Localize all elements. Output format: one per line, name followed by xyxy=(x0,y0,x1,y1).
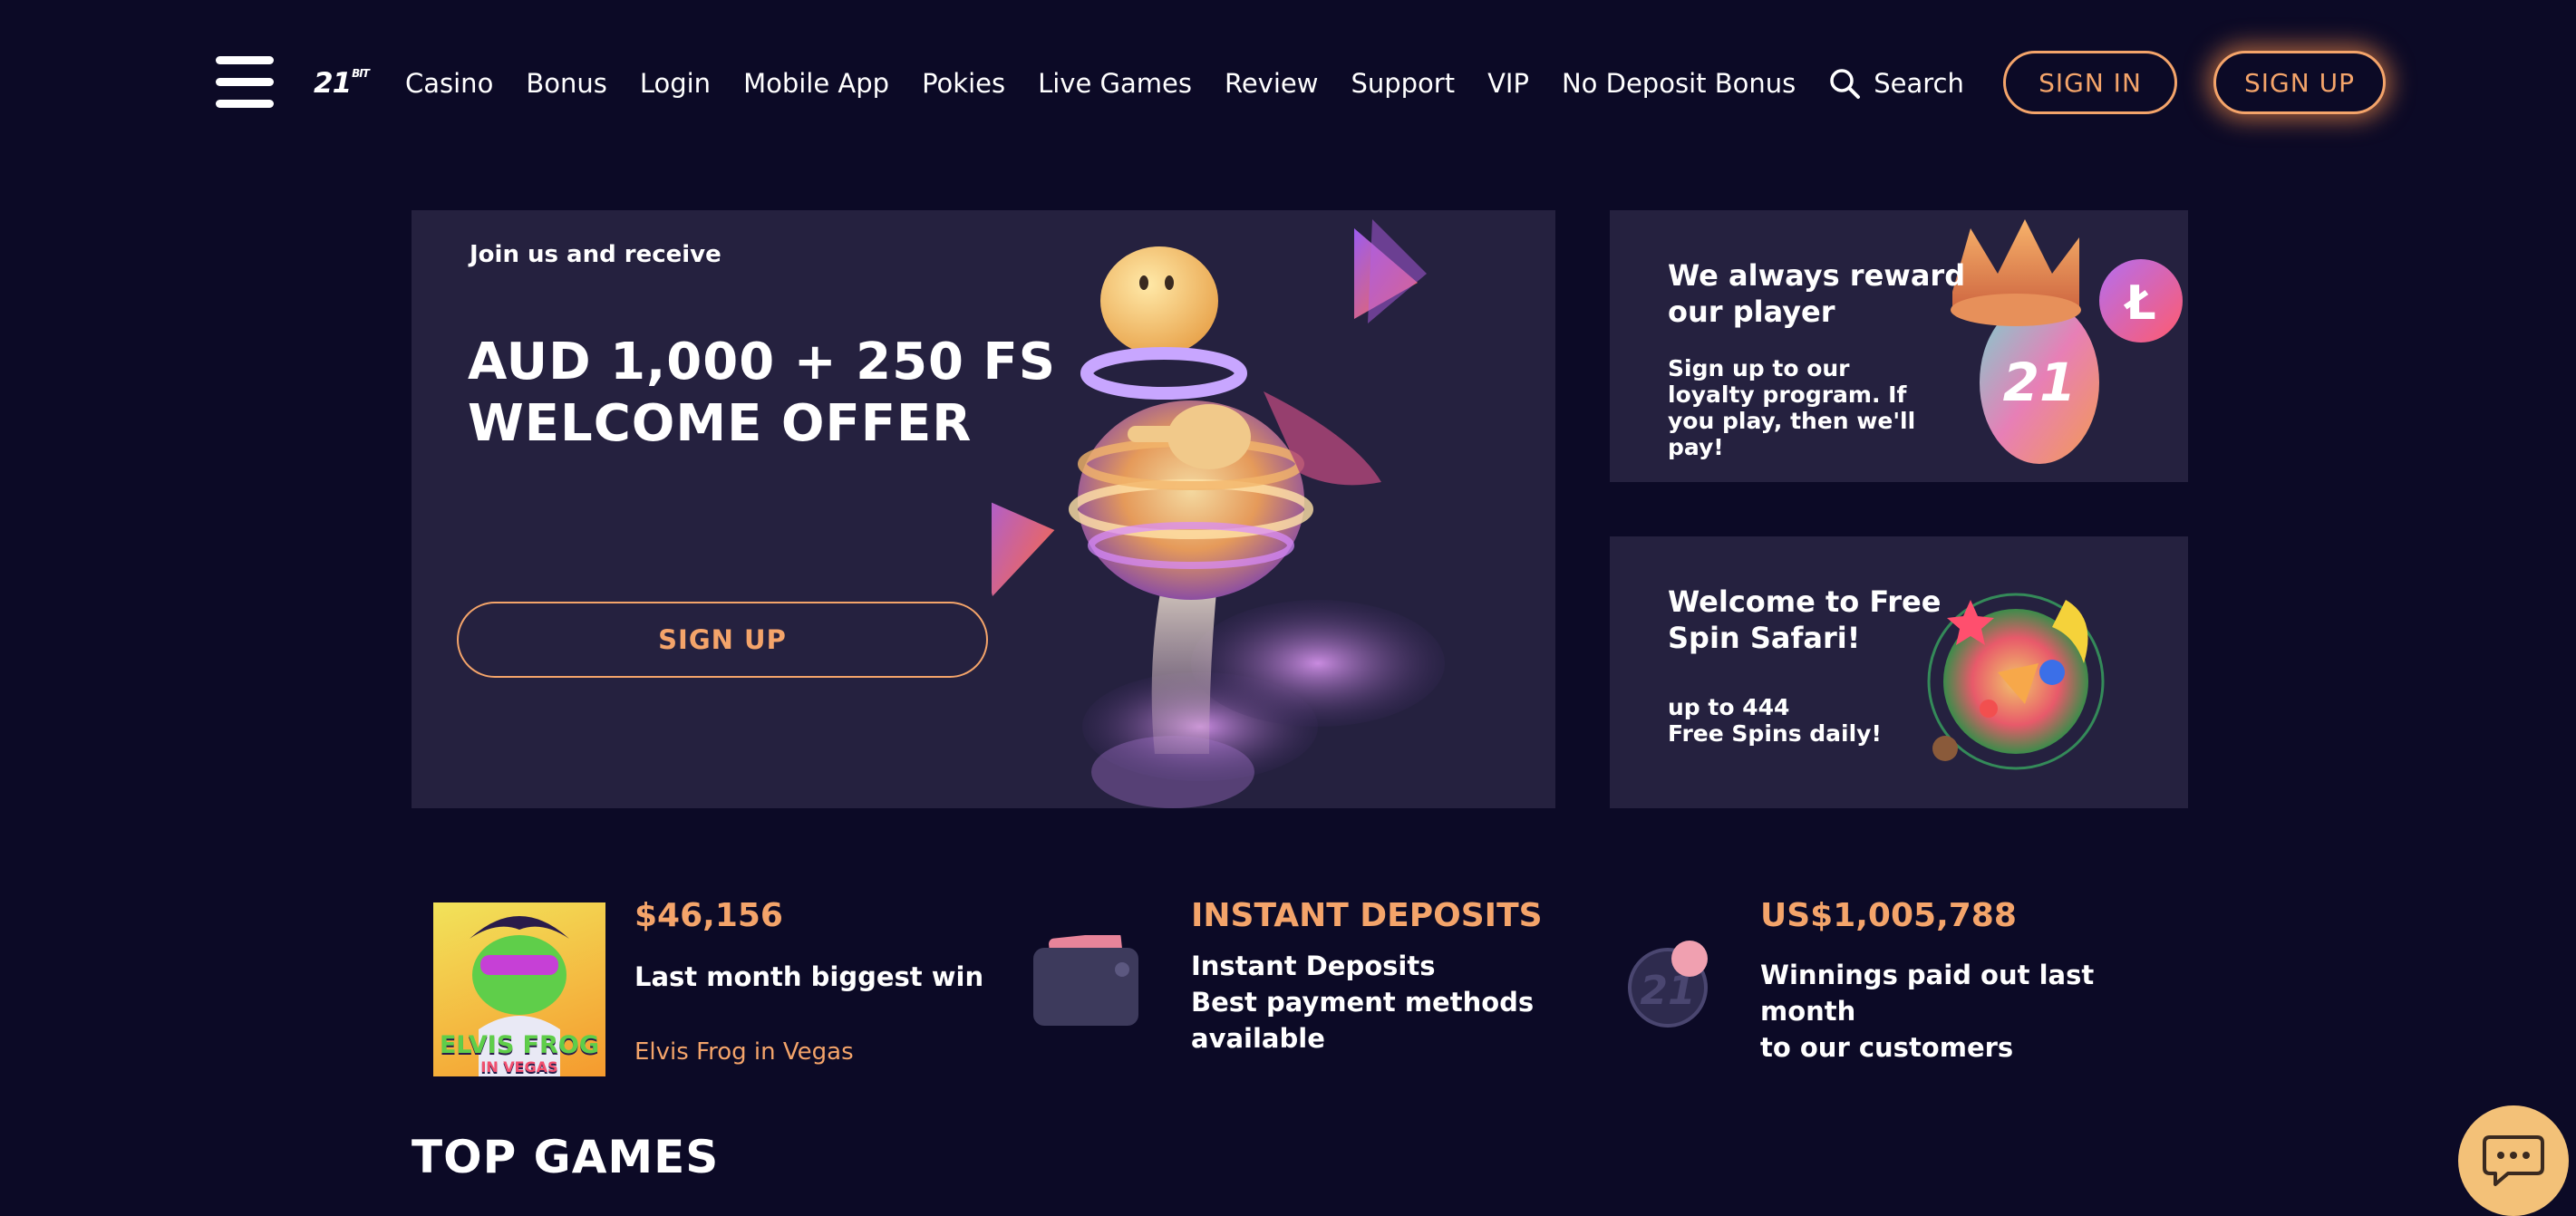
search-icon xyxy=(1830,69,1861,99)
safari-text-line1: up to 444 xyxy=(1668,694,1790,720)
main-nav: Casino Bonus Login Mobile App Pokies Liv… xyxy=(405,65,1964,101)
biggest-win-value: $46,156 xyxy=(634,897,783,934)
nav-login[interactable]: Login xyxy=(640,68,711,99)
nav-pokies[interactable]: Pokies xyxy=(922,68,1005,99)
site-logo[interactable]: 21BIT xyxy=(314,67,370,100)
loyalty-card[interactable]: 21 Ł We always reward our player Sign up… xyxy=(1610,210,2188,482)
loyalty-title: We always reward our player xyxy=(1668,258,1966,329)
sign-in-button[interactable]: SIGN IN xyxy=(2003,51,2177,114)
deposits-value: INSTANT DEPOSITS xyxy=(1191,897,1543,934)
biggest-win-label: Last month biggest win xyxy=(634,961,984,992)
thumbnail-title: ELVIS FROG IN VEGAS xyxy=(433,1031,605,1076)
sign-up-button[interactable]: SIGN UP xyxy=(2213,51,2386,114)
safari-text: up to 444 Free Spins daily! xyxy=(1668,694,1940,747)
nav-live-games[interactable]: Live Games xyxy=(1038,68,1192,99)
safari-title: Welcome to Free Spin Safari! xyxy=(1668,584,1942,655)
top-games-heading: TOP GAMES xyxy=(412,1131,720,1183)
deposits-line3: available xyxy=(1191,1023,1325,1054)
coin-icon: 21 xyxy=(1628,941,1708,1028)
search-button[interactable]: Search xyxy=(1828,67,1964,100)
deposits-description: Instant Deposits Best payment methods av… xyxy=(1191,948,1534,1057)
site-header: 21BIT Casino Bonus Login Mobile App Poki… xyxy=(0,0,2576,167)
winnings-description: Winnings paid out last month to our cust… xyxy=(1760,957,2188,1066)
nav-support[interactable]: Support xyxy=(1351,68,1455,99)
deposits-line2: Best payment methods xyxy=(1191,987,1535,1018)
nav-review[interactable]: Review xyxy=(1225,68,1318,99)
loyalty-coin-illustration: 21 Ł xyxy=(1951,219,2183,464)
stats-row: ELVIS FROG IN VEGAS $46,156 Last month b… xyxy=(412,897,2188,1087)
thumbnail-title-line1: ELVIS FROG xyxy=(439,1031,600,1059)
nav-vip[interactable]: VIP xyxy=(1487,68,1529,99)
hamburger-icon[interactable] xyxy=(216,56,274,109)
hero-sign-up-button[interactable]: SIGN UP xyxy=(457,602,988,678)
deposits-line1: Instant Deposits xyxy=(1191,951,1436,981)
hero-title-line1: AUD 1,000 + 250 FS xyxy=(468,333,1057,391)
winnings-line1: Winnings paid out last month xyxy=(1760,960,2095,1027)
coin-label: 21 xyxy=(2003,352,2077,413)
wallet-icon xyxy=(1033,935,1138,1026)
elvis-frog-thumbnail[interactable]: ELVIS FROG IN VEGAS xyxy=(433,902,605,1076)
nav-no-deposit-bonus[interactable]: No Deposit Bonus xyxy=(1562,68,1796,99)
biggest-win-game-link[interactable]: Elvis Frog in Vegas xyxy=(634,1038,854,1066)
svg-text:Ł: Ł xyxy=(2123,276,2155,331)
chat-button[interactable] xyxy=(2458,1105,2569,1216)
welcome-offer-banner: Join us and receive AUD 1,000 + 250 FS W… xyxy=(412,210,1555,808)
nav-mobile-app[interactable]: Mobile App xyxy=(743,68,889,99)
nav-bonus[interactable]: Bonus xyxy=(526,68,607,99)
winnings-line2: to our customers xyxy=(1760,1032,2014,1063)
loyalty-text: Sign up to our loyalty program. If you p… xyxy=(1668,355,1916,460)
winnings-value: US$1,005,788 xyxy=(1760,897,2017,934)
safari-text-line2: Free Spins daily! xyxy=(1668,720,1882,747)
hero-mascot-illustration xyxy=(992,219,1445,808)
hero-title-line2: WELCOME OFFER xyxy=(468,394,973,453)
hero-kicker: Join us and receive xyxy=(470,241,721,268)
logo-text: 21 xyxy=(314,67,352,100)
search-label: Search xyxy=(1874,68,1964,99)
free-spin-safari-card[interactable]: Welcome to Free Spin Safari! up to 444 F… xyxy=(1610,536,2188,808)
thumbnail-title-line2: IN VEGAS xyxy=(480,1058,558,1076)
logo-sub: BIT xyxy=(352,67,370,80)
nav-casino[interactable]: Casino xyxy=(405,68,493,99)
safari-wheel-illustration xyxy=(1927,593,2105,770)
hero-title: AUD 1,000 + 250 FS WELCOME OFFER xyxy=(468,332,1056,455)
chat-icon xyxy=(2483,1135,2544,1186)
